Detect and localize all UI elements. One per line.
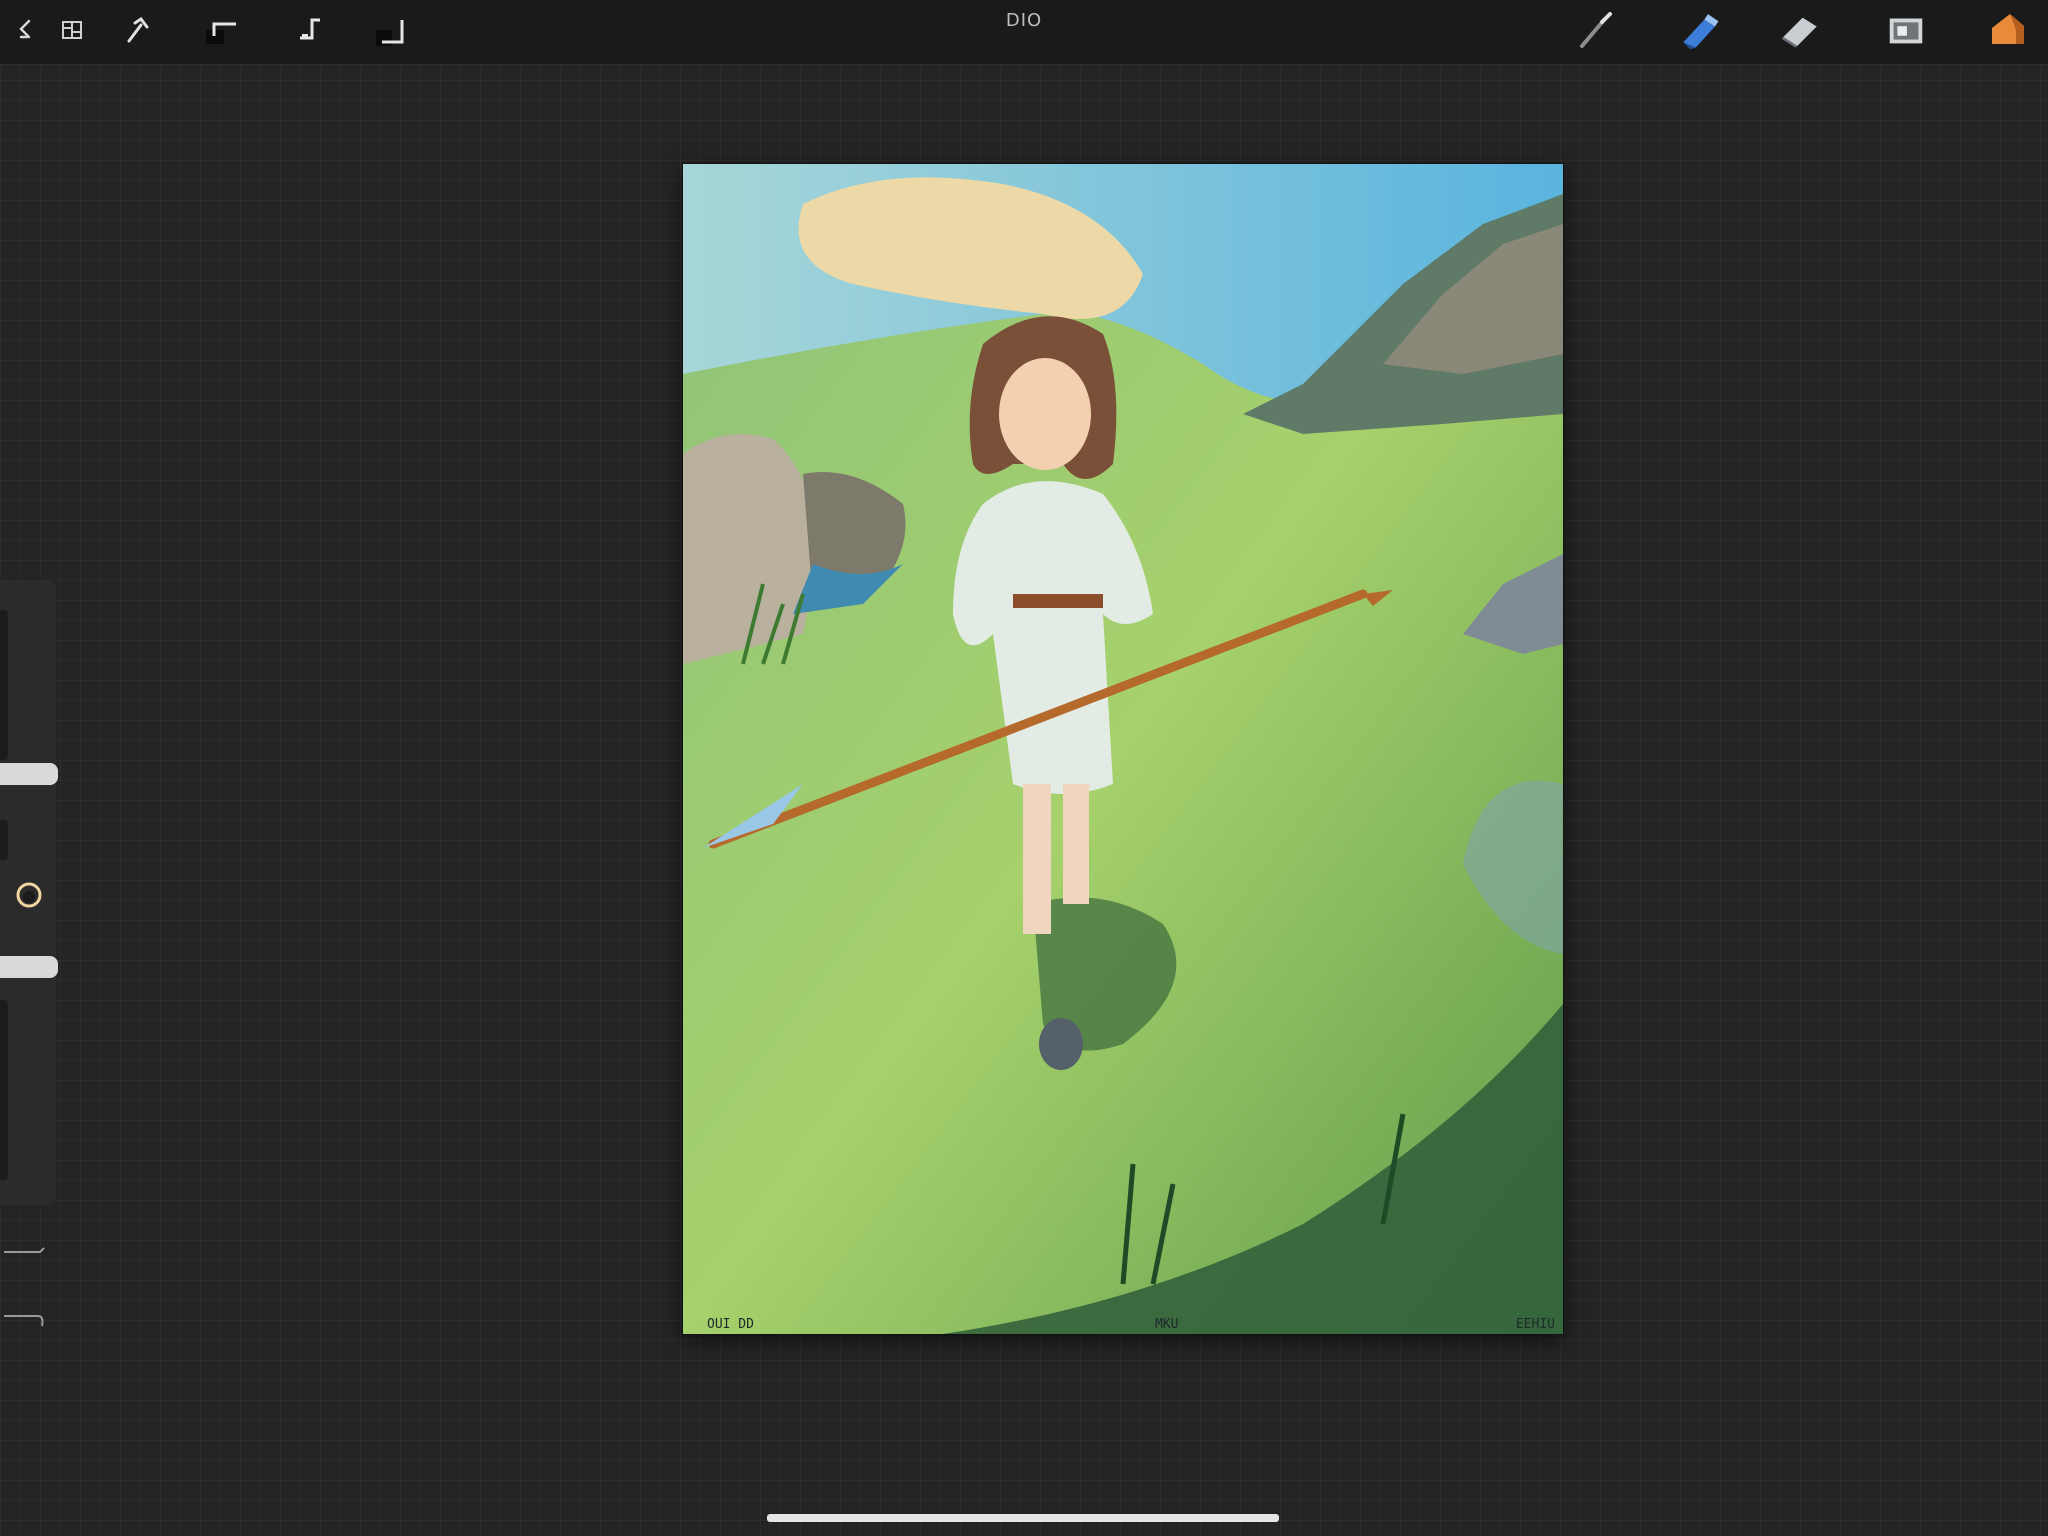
transform-button[interactable] (290, 8, 334, 52)
actions-icon (62, 21, 82, 39)
color-button[interactable] (1986, 8, 2030, 52)
brush-button[interactable] (1574, 8, 1618, 52)
undo-icon (4, 1247, 45, 1253)
modify-button[interactable] (14, 880, 44, 910)
crop-icon (376, 20, 404, 46)
gallery-button[interactable] (4, 8, 48, 52)
selection-button[interactable] (200, 8, 244, 52)
canvas-caption-mid: MKU (1155, 1317, 1179, 1332)
brush-icon (1580, 12, 1612, 48)
smudge-icon (1683, 14, 1719, 50)
adjustments-button[interactable] (116, 8, 160, 52)
top-toolbar: DIO (0, 0, 2048, 65)
brush-size-slider[interactable] (0, 763, 58, 785)
eyedropper-icon (16, 882, 42, 908)
eraser-icon (1781, 17, 1817, 48)
home-indicator[interactable] (767, 1514, 1279, 1522)
selection-icon (206, 22, 236, 44)
color-icon (1992, 14, 2024, 44)
actions-button[interactable] (50, 8, 94, 52)
redo-button[interactable] (0, 1306, 50, 1336)
spacer-track (0, 820, 8, 860)
undo-button[interactable] (0, 1238, 50, 1268)
gallery-icon (19, 19, 31, 39)
crop-button[interactable] (368, 8, 412, 52)
brush-size-track[interactable] (0, 610, 8, 760)
opacity-track[interactable] (0, 1000, 8, 1180)
transform-icon (300, 18, 320, 40)
document-title: DIO (1005, 10, 1043, 31)
canvas-caption-left: OUI DD (707, 1317, 754, 1332)
layers-icon (1889, 18, 1923, 44)
opacity-slider[interactable] (0, 956, 58, 978)
artwork-image (683, 164, 1563, 1334)
eraser-button[interactable] (1778, 8, 1822, 52)
canvas-caption-right: EEHIU (1515, 1317, 1555, 1332)
adjustments-icon (127, 16, 149, 43)
redo-icon (4, 1315, 44, 1327)
layers-button[interactable] (1884, 8, 1928, 52)
drawing-canvas[interactable]: OUI DD MKU EEHIU (683, 164, 1563, 1334)
smudge-button[interactable] (1678, 8, 1722, 52)
